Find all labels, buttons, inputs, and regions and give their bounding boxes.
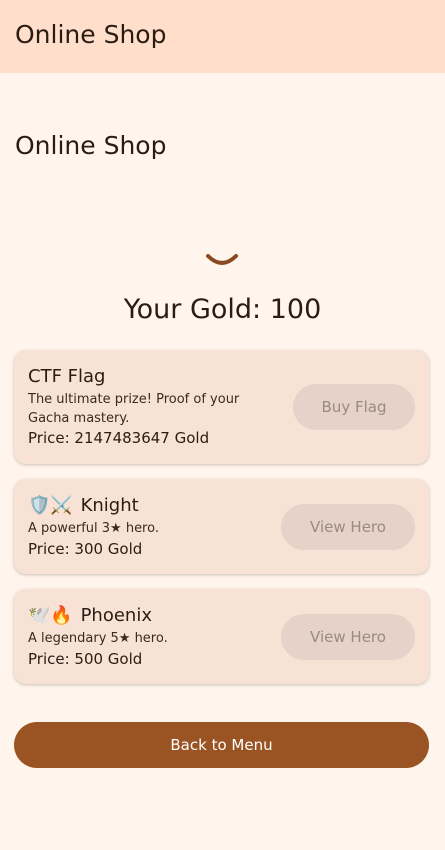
item-price: Price: 500 Gold [28,650,143,668]
item-price: Price: 300 Gold [28,540,143,558]
page-heading: Online Shop [15,131,167,160]
shop-item-phoenix: 🕊️🔥 Phoenix A legendary 5★ hero. Price: … [14,589,429,684]
item-description-line: The ultimate prize! Proof of your [28,392,240,407]
item-description-line: Gacha mastery. [28,411,130,426]
item-description: The ultimate prize! Proof of your Gacha … [28,390,239,428]
buy-flag-button[interactable]: Buy Flag [293,384,415,430]
shield-swords-icon: 🛡️⚔️ [28,495,73,516]
item-title: 🛡️⚔️ Knight [28,495,139,516]
item-title: CTF Flag [28,366,106,387]
shop-item-ctf-flag: CTF Flag The ultimate prize! Proof of yo… [14,350,429,464]
item-title-text: Phoenix [80,605,152,626]
item-description: A powerful 3★ hero. [28,521,159,536]
loading-spinner-icon [206,254,238,265]
back-to-menu-button[interactable]: Back to Menu [14,722,429,768]
app-bar: Online Shop [0,0,445,73]
app-bar-title: Online Shop [15,20,167,49]
view-hero-button[interactable]: View Hero [281,504,415,550]
gold-balance: Your Gold: 100 [123,294,322,325]
item-price: Price: 2147483647 Gold [28,429,210,447]
item-title: 🕊️🔥 Phoenix [28,605,152,626]
item-description: A legendary 5★ hero. [28,631,168,646]
dove-fire-icon: 🕊️🔥 [28,605,73,626]
view-hero-button[interactable]: View Hero [281,614,415,660]
shop-item-knight: 🛡️⚔️ Knight A powerful 3★ hero. Price: 3… [14,479,429,574]
item-title-text: Knight [80,495,139,516]
